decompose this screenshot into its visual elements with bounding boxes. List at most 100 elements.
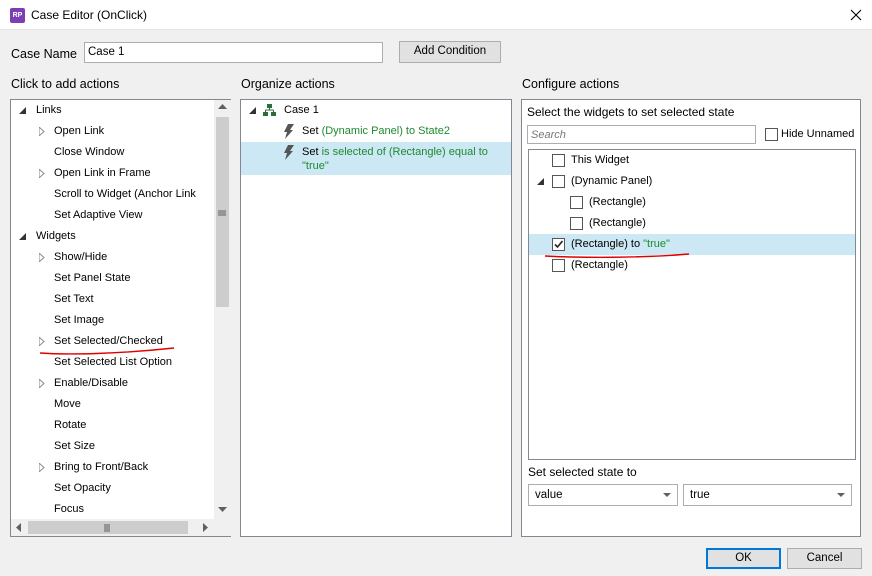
action-item-label: Set Panel State	[54, 272, 131, 284]
lightning-icon	[284, 124, 294, 139]
actions-tree-list: Links Open Link Close Window Open Link in F…	[11, 100, 215, 519]
widget-name: (Rectangle)	[589, 217, 646, 229]
widget-row[interactable]: (Rectangle)	[529, 213, 855, 234]
scroll-up-icon[interactable]	[218, 104, 227, 110]
widget-name: (Dynamic Panel)	[571, 175, 653, 187]
action-item[interactable]: Open Link	[11, 121, 215, 142]
action-item-label: Rotate	[54, 419, 87, 431]
chevron-down-icon	[663, 493, 671, 497]
action-item[interactable]: Links	[11, 100, 215, 121]
vertical-scrollbar[interactable]	[214, 100, 231, 519]
action-item[interactable]: Set Adaptive View	[11, 205, 215, 226]
value-type-select[interactable]: value	[528, 484, 678, 506]
action-item-label: Set Image	[54, 314, 105, 326]
chevron-down-icon	[837, 493, 845, 497]
case-name-input[interactable]: Case 1	[84, 42, 383, 63]
widget-checkbox[interactable]	[552, 175, 565, 188]
action-item-label: Links	[36, 104, 62, 116]
action-item[interactable]: Focus	[11, 499, 215, 519]
widget-row[interactable]: (Dynamic Panel)	[529, 171, 855, 192]
collapsed-triangle-icon[interactable]	[39, 127, 45, 136]
red-underline-annotation	[39, 347, 175, 355]
widget-value: "true"	[643, 238, 670, 250]
widget-row[interactable]: (Rectangle)	[529, 192, 855, 213]
action-item[interactable]: Show/Hide	[11, 247, 215, 268]
action-1-detail: (Dynamic Panel) to State2	[321, 125, 450, 137]
action-item[interactable]: Rotate	[11, 415, 215, 436]
action-item-label: Enable/Disable	[54, 377, 128, 389]
collapsed-triangle-icon[interactable]	[39, 379, 45, 388]
case-row[interactable]: Case 1	[241, 100, 511, 121]
case-icon	[263, 104, 276, 116]
widget-checkbox[interactable]	[552, 238, 565, 251]
collapsed-triangle-icon[interactable]	[39, 463, 45, 472]
grip-icon	[218, 210, 226, 216]
widget-list: This Widget (Dynamic Panel) (Rectangle) (Re…	[528, 149, 856, 460]
action-2-value: "true"	[302, 160, 329, 172]
action-item[interactable]: Close Window	[11, 142, 215, 163]
action-item-label: Show/Hide	[54, 251, 108, 263]
action-row-2[interactable]: Set is selected of (Rectangle) equal to …	[241, 142, 511, 175]
action-item[interactable]: Set Size	[11, 436, 215, 457]
add-condition-button[interactable]: Add Condition	[399, 41, 501, 63]
close-icon[interactable]	[846, 5, 866, 25]
action-item-label: Open Link in Frame	[54, 167, 151, 179]
value-type-selected: value	[535, 489, 563, 501]
action-item-label: Focus	[54, 503, 84, 515]
scroll-right-icon[interactable]	[203, 523, 209, 532]
widget-label: (Rectangle)	[589, 192, 646, 213]
expanded-triangle-icon[interactable]	[537, 178, 544, 185]
expanded-triangle-icon[interactable]	[249, 107, 256, 114]
action-item[interactable]: Set Image	[11, 310, 215, 331]
action-item[interactable]: Set Panel State	[11, 268, 215, 289]
configure-actions-panel: Select the widgets to set selected state…	[521, 99, 861, 537]
state-value-selected: true	[690, 489, 710, 501]
widget-checkbox[interactable]	[552, 154, 565, 167]
expanded-triangle-icon[interactable]	[19, 107, 26, 114]
widgets-subheader: Select the widgets to set selected state	[527, 105, 735, 119]
action-item[interactable]: Open Link in Frame	[11, 163, 215, 184]
action-item-label: Scroll to Widget (Anchor Link	[54, 188, 196, 200]
widget-checkbox[interactable]	[570, 196, 583, 209]
lightning-icon	[284, 145, 294, 160]
ok-button[interactable]: OK	[706, 548, 781, 569]
action-item[interactable]: Set Opacity	[11, 478, 215, 499]
widget-row[interactable]: This Widget	[529, 150, 855, 171]
widget-label: This Widget	[571, 150, 629, 171]
cancel-button[interactable]: Cancel	[787, 548, 862, 569]
action-item-label: Move	[54, 398, 81, 410]
horizontal-scrollbar[interactable]	[11, 519, 231, 536]
h-grip-icon	[104, 524, 110, 532]
widget-checkbox[interactable]	[570, 217, 583, 230]
action-item[interactable]: Scroll to Widget (Anchor Link	[11, 184, 215, 205]
collapsed-triangle-icon[interactable]	[39, 169, 45, 178]
organize-actions-panel: Case 1 Set (Dynamic Panel) to State2 Set…	[240, 99, 512, 537]
widget-label: (Dynamic Panel)	[571, 171, 652, 192]
scroll-down-icon[interactable]	[218, 507, 227, 513]
window-title: Case Editor (OnClick)	[31, 8, 148, 22]
hide-unnamed-label: Hide Unnamed	[781, 128, 855, 140]
search-input[interactable]: Search	[527, 125, 756, 144]
action-2-detail: is selected of (Rectangle) equal to	[321, 146, 488, 158]
action-2-set: Set	[302, 146, 319, 158]
state-value-select[interactable]: true	[683, 484, 852, 506]
action-item-label: Bring to Front/Back	[54, 461, 149, 473]
action-item-label: Set Opacity	[54, 482, 111, 494]
action-item-label: Set Size	[54, 440, 95, 452]
action-item[interactable]: Bring to Front/Back	[11, 457, 215, 478]
action-item[interactable]: Widgets	[11, 226, 215, 247]
action-item[interactable]: Set Text	[11, 289, 215, 310]
action-item-label: Set Text	[54, 293, 94, 305]
expanded-triangle-icon[interactable]	[19, 233, 26, 240]
scroll-left-icon[interactable]	[16, 523, 22, 532]
action-item[interactable]: Enable/Disable	[11, 373, 215, 394]
hide-unnamed-checkbox[interactable]	[765, 128, 778, 141]
right-panel-header: Configure actions	[522, 77, 620, 91]
widget-name: (Rectangle) to	[571, 238, 644, 250]
action-item[interactable]: Move	[11, 394, 215, 415]
app-icon: RP	[10, 8, 25, 23]
action-item-label: Set Adaptive View	[54, 209, 143, 221]
case-label: Case 1	[284, 104, 319, 116]
action-row-1[interactable]: Set (Dynamic Panel) to State2	[241, 121, 511, 142]
collapsed-triangle-icon[interactable]	[39, 253, 45, 262]
